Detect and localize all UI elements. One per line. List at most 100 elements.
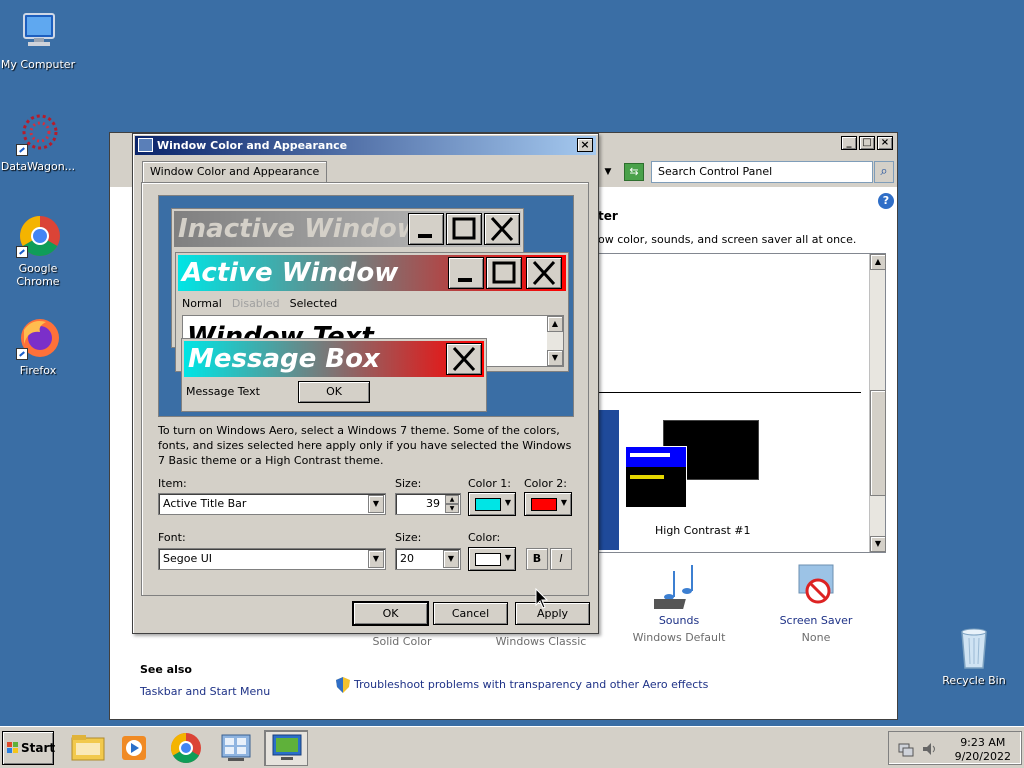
taskbar-media-player[interactable] (112, 730, 156, 766)
appearance-preview[interactable]: Inactive Window Active Window Normal Dis… (158, 195, 574, 417)
color2-swatch (531, 498, 557, 511)
sounds-icon (649, 565, 693, 609)
item-select-value: Active Title Bar (163, 497, 247, 510)
desktop-icon-datawagon[interactable]: DataWagon... (0, 112, 78, 173)
preview-close-icon (446, 343, 482, 375)
preview-message-box[interactable]: Message Box Message Text OK (181, 338, 487, 412)
scrollbar-thumb[interactable] (870, 390, 886, 496)
font-size-select[interactable]: 20 ▼ (395, 548, 461, 570)
theme-list[interactable]: High Contrast #1 ▲ ▼ (598, 253, 886, 553)
address-dropdown-button[interactable]: ▼ (600, 163, 616, 181)
shield-icon (336, 677, 350, 693)
clock[interactable]: 9:23 AM 9/20/2022 (955, 736, 1011, 764)
preview-maximize-icon (446, 213, 482, 245)
preview-menu-disabled[interactable]: Disabled (232, 297, 280, 310)
dialog-close-button[interactable]: × (577, 138, 593, 152)
scroll-up-arrow-icon[interactable]: ▲ (870, 254, 886, 270)
chevron-down-icon[interactable]: ▼ (443, 550, 459, 568)
font-label: Font: (158, 531, 186, 544)
clock-time: 9:23 AM (960, 736, 1006, 749)
ok-button[interactable]: OK (352, 601, 429, 626)
scroll-down-arrow-icon[interactable]: ▼ (870, 536, 886, 552)
item-size-stepper[interactable]: 39 ▲ ▼ (395, 493, 461, 515)
taskbar-start-menu-link[interactable]: Taskbar and Start Menu (140, 685, 270, 698)
minimize-button[interactable]: _ (841, 136, 857, 150)
desktop-icon-firefox[interactable]: Firefox (0, 316, 78, 377)
cancel-button[interactable]: Cancel (433, 602, 508, 625)
start-button[interactable]: Start (2, 731, 56, 765)
preview-menu-normal[interactable]: Normal (182, 297, 222, 310)
shortcut-arrow-icon (16, 144, 28, 156)
italic-button[interactable]: I (550, 548, 572, 570)
preview-message-text: Message Text (186, 385, 260, 398)
search-input[interactable]: Search Control Panel (651, 161, 873, 183)
item-select[interactable]: Active Title Bar ▼ (158, 493, 386, 515)
dialog-title: Window Color and Appearance (157, 139, 348, 152)
desktop-icon-label: My Computer (0, 58, 76, 71)
preview-minimize-icon (408, 213, 444, 245)
theme-label: High Contrast #1 (655, 524, 751, 537)
desktop-icon-recycle-bin[interactable]: Recycle Bin (934, 626, 1014, 687)
aero-description: To turn on Windows Aero, select a Window… (158, 424, 572, 467)
taskbar-chrome[interactable] (164, 730, 208, 766)
taskbar-control-panel[interactable] (214, 730, 258, 766)
divider (599, 392, 861, 393)
taskbar-explorer[interactable] (66, 730, 110, 766)
font-color-swatch (475, 553, 501, 566)
windows-logo-icon (7, 742, 18, 753)
tab-window-color-appearance[interactable]: Window Color and Appearance (142, 161, 328, 183)
apply-button[interactable]: Apply (515, 602, 590, 625)
theme-high-contrast-1[interactable]: High Contrast #1 (625, 420, 759, 537)
control-panel-icon (221, 734, 251, 761)
dialog-titlebar[interactable]: Window Color and Appearance × (135, 136, 596, 155)
color1-button[interactable]: ▼ (468, 492, 516, 516)
theme-preview-front (625, 446, 687, 508)
color2-button[interactable]: ▼ (524, 492, 572, 516)
font-select[interactable]: Segoe UI ▼ (158, 548, 386, 570)
system-tray: 9:23 AM 9/20/2022 (888, 731, 1022, 765)
close-button[interactable]: × (877, 136, 893, 150)
search-icon[interactable]: ⌕ (874, 161, 894, 183)
chevron-down-icon[interactable]: ▼ (368, 550, 384, 568)
sounds-item[interactable]: Sounds Windows Default (619, 561, 739, 644)
volume-icon[interactable] (921, 740, 939, 758)
chevron-down-icon: ▼ (504, 553, 511, 562)
item-size-value: 39 (426, 497, 440, 510)
color1-label: Color 1: (468, 477, 511, 490)
screen-saver-item[interactable]: Screen Saver None (756, 561, 876, 644)
chevron-down-icon: ▼ (560, 498, 567, 507)
spin-down-icon[interactable]: ▼ (445, 504, 459, 513)
datawagon-icon (16, 112, 60, 156)
desktop-icon-chrome[interactable]: Google Chrome (0, 214, 78, 288)
chevron-down-icon[interactable]: ▼ (368, 495, 384, 513)
font-color-button[interactable]: ▼ (468, 547, 516, 571)
page-description: ow color, sounds, and screen saver all a… (598, 233, 857, 246)
help-icon[interactable]: ? (878, 193, 894, 209)
refresh-button[interactable]: ⇆ (624, 163, 644, 181)
preview-scrollbar[interactable]: ▲ ▼ (547, 316, 563, 366)
firefox-icon (16, 316, 60, 360)
theme-thumbnail-partial[interactable] (599, 410, 619, 550)
see-also-heading: See also (140, 663, 192, 676)
network-icon[interactable] (897, 740, 915, 758)
shortcut-arrow-icon (16, 246, 28, 258)
chevron-down-icon: ▼ (504, 498, 511, 507)
desktop-icon-label: DataWagon... (0, 160, 76, 173)
font-select-value: Segoe UI (163, 552, 213, 565)
shortcut-arrow-icon (16, 348, 28, 360)
item-size-label: Size: (395, 477, 422, 490)
bold-button[interactable]: B (526, 548, 548, 570)
media-player-icon (122, 736, 146, 760)
theme-list-scrollbar[interactable]: ▲ ▼ (869, 254, 886, 552)
desktop-icon-my-computer[interactable]: My Computer (0, 10, 78, 71)
start-label: Start (21, 741, 56, 755)
taskbar-personalization[interactable] (264, 730, 308, 766)
font-size-label: Size: (395, 531, 422, 544)
screen-saver-value: None (801, 631, 831, 644)
preview-minimize-icon (448, 257, 484, 289)
spin-up-icon[interactable]: ▲ (445, 495, 459, 504)
preview-menu-selected[interactable]: Selected (290, 297, 338, 310)
maximize-button[interactable]: □ (859, 136, 875, 150)
troubleshoot-label: Troubleshoot problems with transparency … (354, 678, 709, 691)
troubleshoot-link[interactable]: Troubleshoot problems with transparency … (336, 677, 708, 693)
